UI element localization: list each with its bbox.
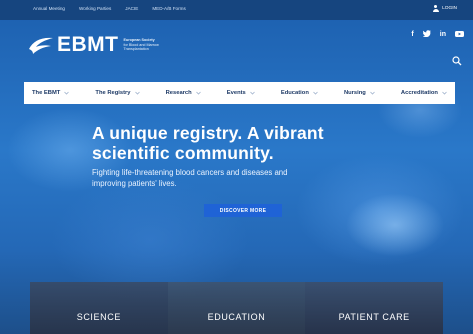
top-link-working-parties[interactable]: Working Parties — [79, 6, 111, 11]
card-label: PATIENT CARE — [338, 312, 410, 322]
nav-item-label: Education — [280, 90, 309, 96]
nav-item-label: Events — [226, 90, 246, 96]
logo-mark-icon — [27, 35, 55, 55]
top-links: Annual Meeting Working Parties JACIE MED… — [33, 6, 186, 11]
logo-text: EBMT — [57, 33, 119, 56]
main-navigation: The EBMT The Registry Research Events Ed… — [24, 82, 455, 104]
nav-item-the-registry[interactable]: The Registry — [95, 90, 140, 96]
user-icon — [432, 5, 439, 12]
hero-title-line: A unique registry. A vibrant — [92, 123, 324, 143]
nav-item-label: The Registry — [95, 90, 131, 96]
hero-subtitle: Fighting life-threatening blood cancers … — [92, 167, 392, 189]
logo-subtitle: European Society for Blood and Marrow Tr… — [124, 38, 159, 52]
chevron-down-icon — [313, 91, 318, 95]
top-link-med-ab-forms[interactable]: MED-A/B Forms — [152, 6, 185, 11]
chevron-down-icon — [134, 91, 140, 95]
card-science[interactable]: SCIENCE — [30, 282, 168, 334]
logo-subtitle-line: Transplantation — [123, 47, 149, 52]
chevron-down-icon — [64, 91, 70, 95]
nav-item-research[interactable]: Research — [166, 90, 201, 96]
hero-title-line: scientific community. — [92, 143, 274, 163]
top-utility-bar: Annual Meeting Working Parties JACIE MED… — [0, 0, 473, 20]
nav-item-label: Nursing — [343, 90, 366, 96]
login-button[interactable]: LOGIN — [432, 5, 457, 12]
search-icon[interactable] — [452, 53, 462, 66]
card-label: SCIENCE — [76, 312, 121, 322]
twitter-icon[interactable] — [422, 30, 431, 39]
chevron-down-icon — [249, 91, 255, 95]
nav-item-the-ebmt[interactable]: The EBMT — [32, 90, 70, 96]
card-education[interactable]: EDUCATION — [167, 282, 306, 334]
feature-cards: SCIENCE EDUCATION PATIENT CARE — [30, 282, 444, 334]
youtube-icon[interactable] — [455, 30, 464, 39]
discover-more-button[interactable]: DISCOVER MORE — [204, 204, 282, 217]
hero-subtitle-line: improving patients' lives. — [92, 179, 177, 188]
ebmt-logo[interactable]: EBMT European Society for Blood and Marr… — [27, 33, 159, 57]
hero-title: A unique registry. A vibrant scientific … — [92, 123, 422, 163]
chevron-down-icon — [195, 91, 201, 95]
page: Annual Meeting Working Parties JACIE MED… — [0, 0, 473, 334]
card-label: EDUCATION — [207, 312, 266, 322]
nav-item-nursing[interactable]: Nursing — [344, 90, 375, 96]
nav-item-label: The EBMT — [32, 90, 61, 96]
hero-subtitle-line: Fighting life-threatening blood cancers … — [92, 168, 288, 177]
top-link-annual-meeting[interactable]: Annual Meeting — [33, 6, 65, 11]
nav-item-label: Accreditation — [400, 90, 438, 96]
nav-item-label: Research — [165, 90, 192, 96]
chevron-down-icon — [442, 91, 447, 95]
facebook-icon[interactable]: f — [411, 31, 413, 38]
nav-item-accreditation[interactable]: Accreditation — [401, 90, 447, 96]
card-patient-care[interactable]: PATIENT CARE — [305, 282, 444, 334]
linkedin-icon[interactable]: in — [440, 31, 446, 38]
chevron-down-icon — [370, 91, 375, 95]
nav-item-events[interactable]: Events — [227, 90, 255, 96]
top-link-jacie[interactable]: JACIE — [125, 6, 138, 11]
login-label: LOGIN — [442, 6, 457, 11]
nav-item-education[interactable]: Education — [281, 90, 318, 96]
social-links: f in — [411, 30, 464, 39]
